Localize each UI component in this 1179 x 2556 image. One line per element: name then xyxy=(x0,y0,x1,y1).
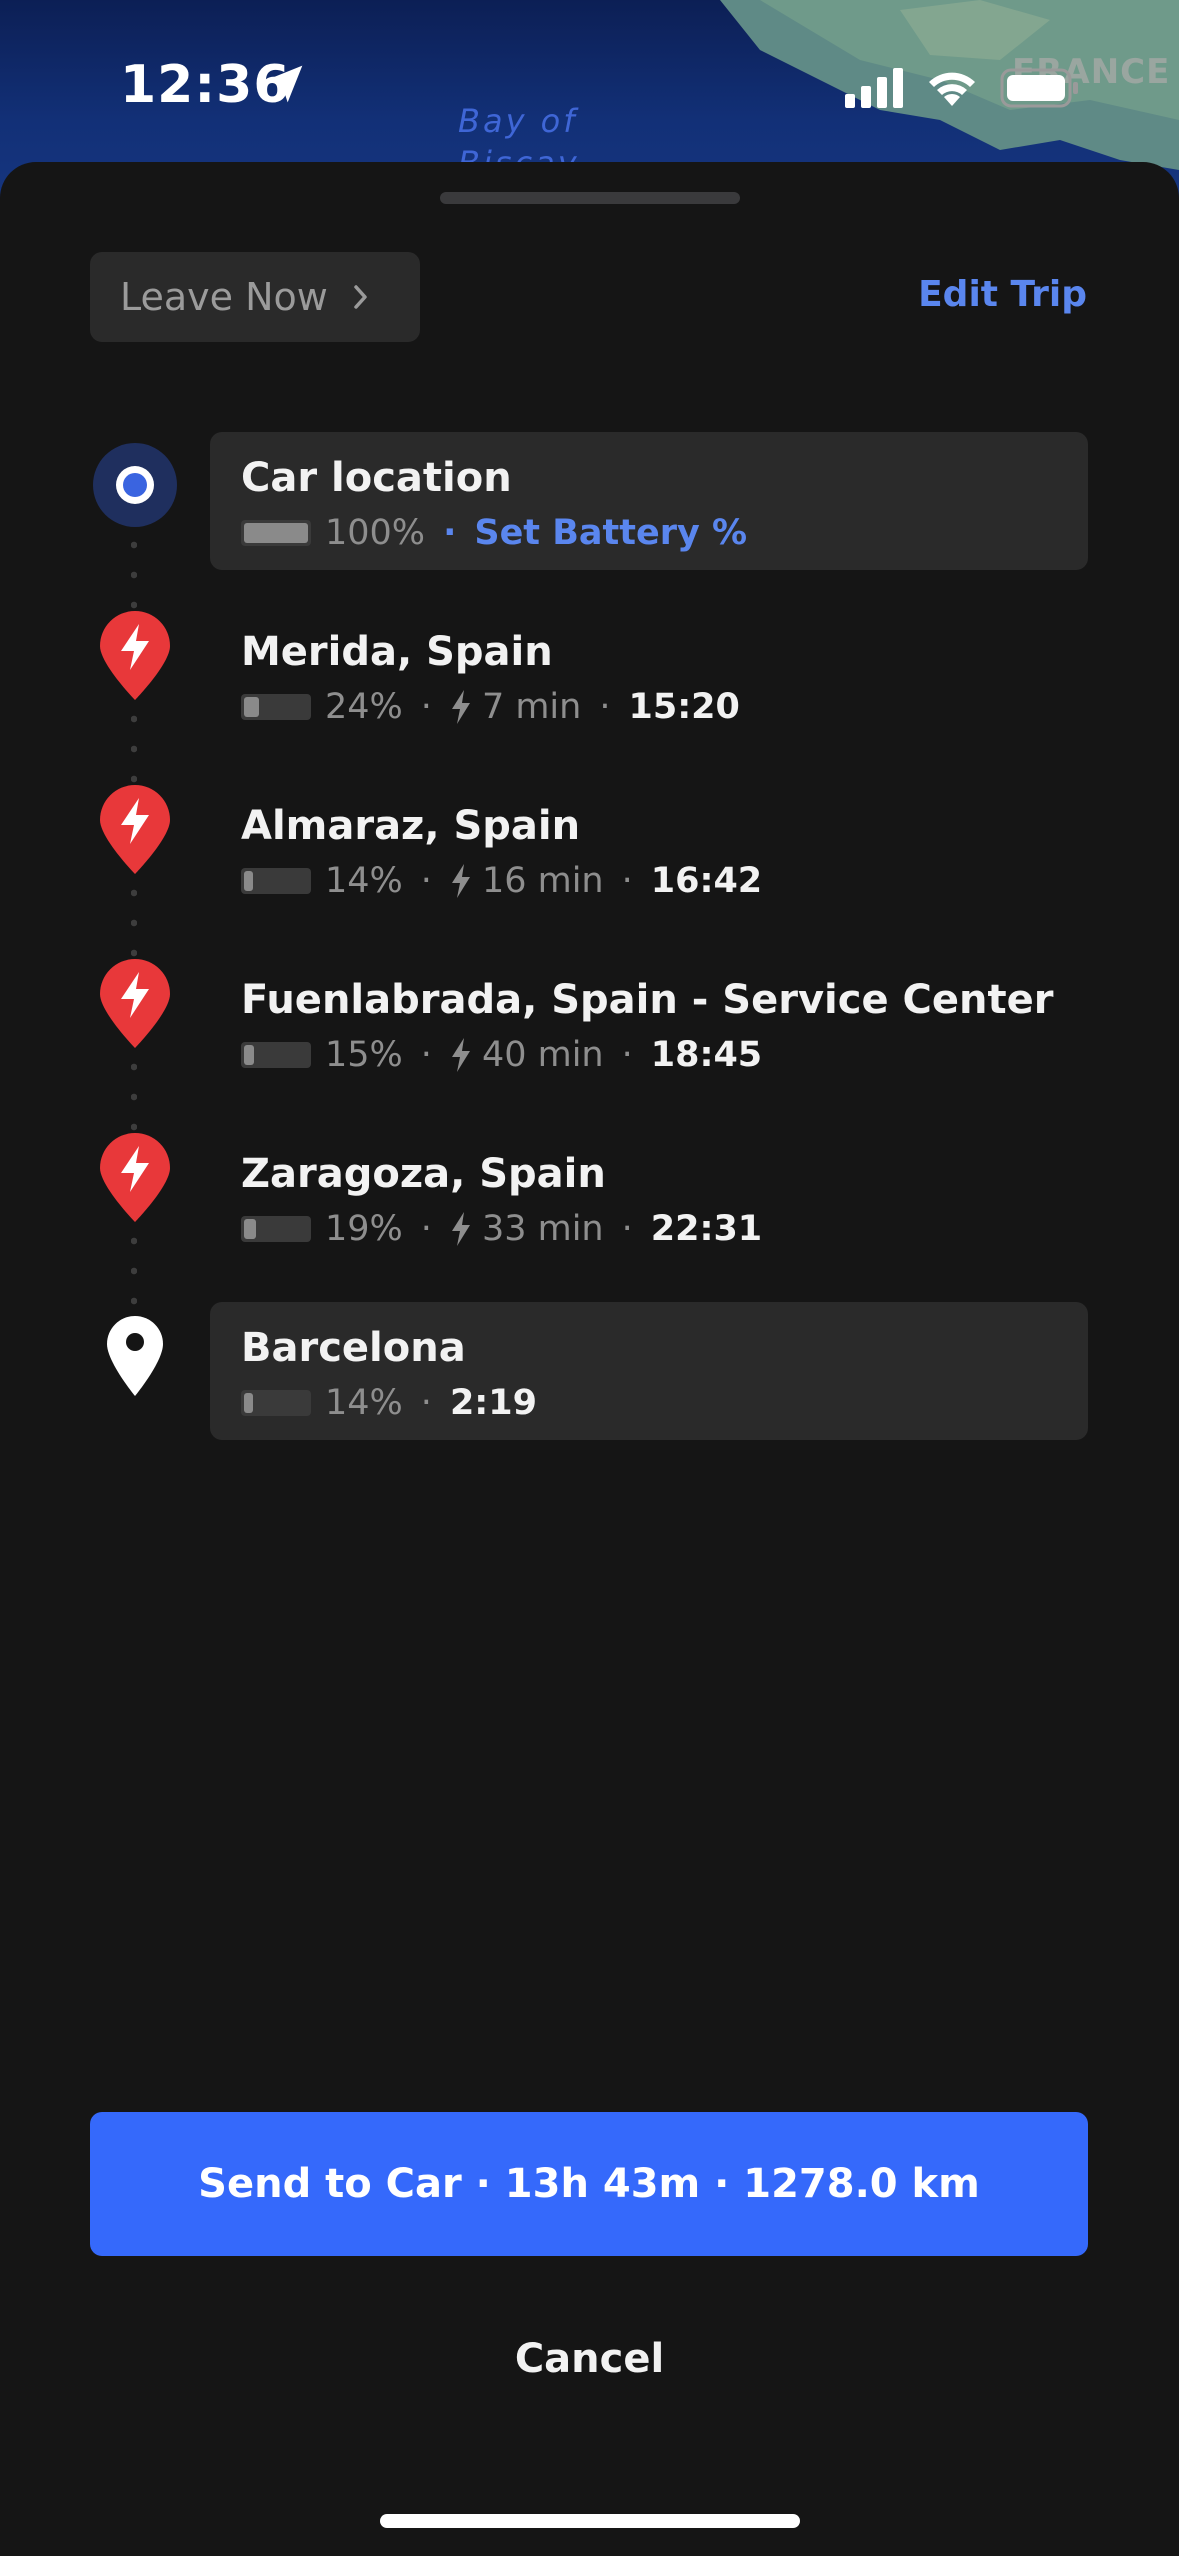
edit-trip-link[interactable]: Edit Trip xyxy=(918,274,1087,315)
battery-icon xyxy=(1000,68,1078,108)
route-connector xyxy=(131,1226,137,1306)
charge-duration: 40 min xyxy=(481,1035,604,1075)
home-indicator xyxy=(380,2514,800,2528)
arrival-time: 22:31 xyxy=(650,1209,763,1249)
route-stop-merida[interactable]: Merida, Spain 24% · 7 min · 15:20 xyxy=(210,606,1088,744)
charging-bolt-icon xyxy=(451,690,470,724)
charging-bolt-icon xyxy=(451,864,470,898)
separator-dot: · xyxy=(420,861,432,901)
chevron-right-icon xyxy=(354,285,367,309)
route-stop-barcelona[interactable]: Barcelona 14% · 2:19 xyxy=(210,1302,1088,1440)
battery-percent: 14% xyxy=(325,1383,403,1423)
battery-level-bar xyxy=(241,520,311,546)
location-arrow-icon xyxy=(265,65,303,103)
battery-level-bar xyxy=(241,1042,311,1068)
battery-percent: 100% xyxy=(325,513,426,553)
supercharger-pin-icon xyxy=(100,785,170,874)
arrival-time: 15:20 xyxy=(628,687,740,727)
route-stop-fuenlabrada[interactable]: Fuenlabrada, Spain - Service Center 15% … xyxy=(210,954,1088,1092)
separator-dot: · xyxy=(420,1035,432,1075)
arrival-time: 18:45 xyxy=(650,1035,763,1075)
arrival-time: 2:19 xyxy=(449,1383,537,1423)
route-stop-almaraz[interactable]: Almaraz, Spain 14% · 16 min · 16:42 xyxy=(210,780,1088,918)
separator-dot: · xyxy=(420,687,432,727)
separator-dot: · xyxy=(621,1035,633,1075)
charging-bolt-icon xyxy=(451,1212,470,1246)
wifi-icon xyxy=(929,72,975,106)
separator-dot: · xyxy=(621,1209,633,1249)
battery-level-bar xyxy=(241,1390,311,1416)
supercharger-pin-icon xyxy=(100,611,170,700)
battery-level-bar xyxy=(241,1216,311,1242)
route-connector xyxy=(131,878,137,958)
stop-name: Merida, Spain xyxy=(241,629,553,675)
charge-duration: 16 min xyxy=(481,861,604,901)
send-to-car-button[interactable]: Send to Car · 13h 43m · 1278.0 km xyxy=(90,2112,1088,2256)
battery-percent: 14% xyxy=(325,861,403,901)
leave-now-label: Leave Now xyxy=(120,275,328,319)
car-location-marker-icon xyxy=(93,443,177,527)
separator-dot: · xyxy=(420,1209,432,1249)
charge-duration: 33 min xyxy=(481,1209,604,1249)
set-battery-link[interactable]: Set Battery % xyxy=(474,510,747,556)
battery-level-bar xyxy=(241,868,311,894)
battery-percent: 24% xyxy=(325,687,403,727)
supercharger-pin-icon xyxy=(100,1133,170,1222)
stop-name: Almaraz, Spain xyxy=(241,803,581,849)
sheet-grabber[interactable] xyxy=(440,192,740,204)
stop-name: Fuenlabrada, Spain - Service Center xyxy=(241,977,1054,1023)
route-stop-zaragoza[interactable]: Zaragoza, Spain 19% · 33 min · 22:31 xyxy=(210,1128,1088,1266)
stop-name: Car location xyxy=(241,455,512,501)
battery-percent: 15% xyxy=(325,1035,403,1075)
charging-bolt-icon xyxy=(451,1038,470,1072)
stop-name: Barcelona xyxy=(241,1325,466,1371)
battery-percent: 19% xyxy=(325,1209,403,1249)
route-stop-car-location[interactable]: Car location 100% · Set Battery % xyxy=(210,432,1088,570)
cancel-button[interactable]: Cancel xyxy=(0,2336,1179,2382)
charge-duration: 7 min xyxy=(481,687,582,727)
route-connector xyxy=(131,530,137,610)
leave-now-button[interactable]: Leave Now xyxy=(90,252,420,342)
separator-dot: · xyxy=(443,513,457,553)
cellular-signal-icon xyxy=(845,68,903,108)
destination-pin-icon xyxy=(107,1316,163,1396)
battery-level-bar xyxy=(241,694,311,720)
route-connector xyxy=(131,704,137,784)
stop-name: Zaragoza, Spain xyxy=(241,1151,606,1197)
route-connector xyxy=(131,1052,137,1132)
separator-dot: · xyxy=(621,861,633,901)
arrival-time: 16:42 xyxy=(650,861,763,901)
separator-dot: · xyxy=(599,687,611,727)
separator-dot: · xyxy=(420,1383,432,1423)
supercharger-pin-icon xyxy=(100,959,170,1048)
